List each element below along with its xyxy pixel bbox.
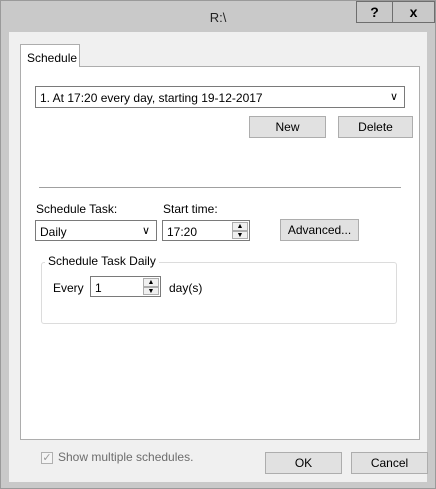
chevron-down-icon: ∨ — [389, 91, 398, 103]
schedule-list-value: 1. At 17:20 every day, starting 19-12-20… — [40, 91, 263, 105]
new-schedule-button[interactable]: New — [249, 116, 326, 138]
start-time-value: 17:20 — [167, 225, 198, 239]
chevron-down-icon: ∨ — [141, 225, 150, 237]
every-label: Every — [53, 281, 84, 295]
schedule-panel: 1. At 17:20 every day, starting 19-12-20… — [20, 66, 420, 464]
schedule-task-dropdown[interactable]: Daily ∨ — [35, 220, 157, 241]
spin-down-icon[interactable]: ▼ — [232, 230, 248, 239]
every-days-value: 1 — [95, 281, 102, 295]
cancel-button[interactable]: Cancel — [351, 452, 428, 474]
spin-down-icon[interactable]: ▼ — [143, 286, 159, 295]
start-time-label: Start time: — [163, 202, 218, 216]
schedule-task-value: Daily — [40, 225, 67, 239]
dialog-client: Schedule 1. At 17:20 every day, starting… — [9, 32, 428, 482]
schedule-list-dropdown[interactable]: 1. At 17:20 every day, starting 19-12-20… — [35, 86, 405, 108]
show-multiple-schedules-checkbox[interactable]: ✓ — [41, 452, 53, 464]
every-days-field[interactable]: 1 ▲ ▼ — [90, 276, 161, 297]
spin-up-icon[interactable]: ▲ — [232, 222, 248, 231]
advanced-button[interactable]: Advanced... — [280, 219, 359, 241]
days-unit-label: day(s) — [169, 281, 203, 295]
start-time-field[interactable]: 17:20 ▲ ▼ — [162, 220, 250, 241]
title-bar: R:\ ? x — [1, 1, 435, 33]
close-button[interactable]: x — [392, 1, 435, 23]
separator — [39, 187, 401, 188]
every-days-spinner[interactable]: ▲ ▼ — [143, 278, 159, 295]
show-multiple-schedules-label: Show multiple schedules. — [58, 450, 194, 464]
delete-schedule-button[interactable]: Delete — [338, 116, 413, 138]
spin-up-icon[interactable]: ▲ — [143, 278, 159, 287]
ok-button[interactable]: OK — [265, 452, 342, 474]
start-time-spinner[interactable]: ▲ ▼ — [232, 222, 248, 239]
dialog-window: R:\ ? x Schedule 1. At 17:20 every day, … — [0, 0, 436, 489]
tab-schedule[interactable]: Schedule — [20, 44, 80, 67]
schedule-task-daily-title: Schedule Task Daily — [45, 254, 159, 268]
help-button[interactable]: ? — [356, 1, 393, 23]
schedule-task-label: Schedule Task: — [36, 202, 118, 216]
